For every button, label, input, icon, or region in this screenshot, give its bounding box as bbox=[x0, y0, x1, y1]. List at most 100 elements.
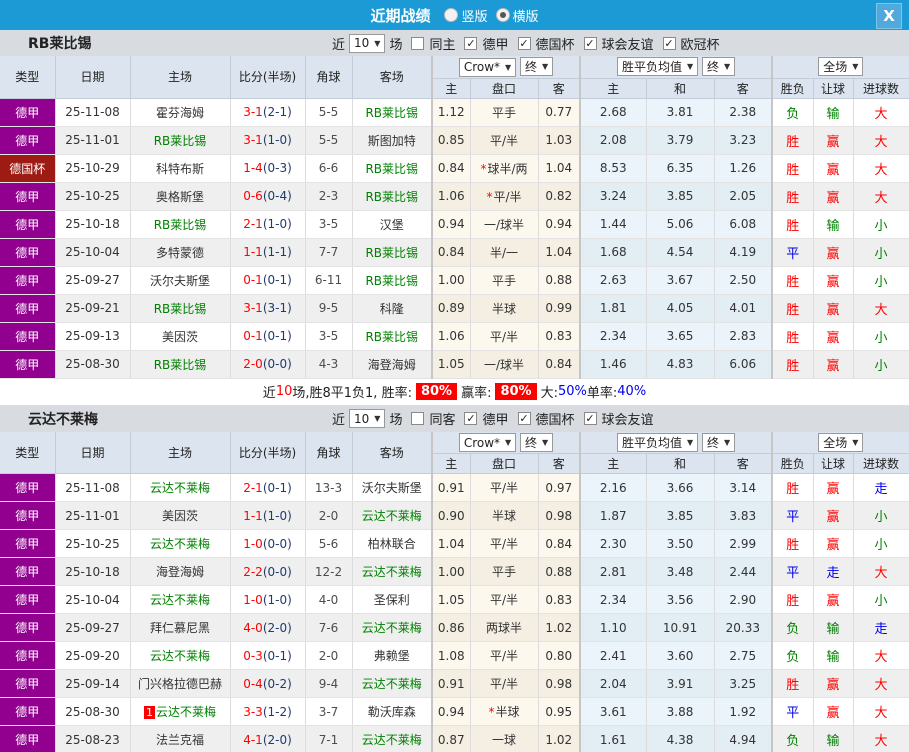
fulltime-score: 4-1 bbox=[243, 732, 263, 747]
home-team-name: 多特蒙德 bbox=[155, 245, 204, 260]
result-cell: 负 bbox=[771, 613, 814, 642]
filter-label: 德甲 bbox=[482, 413, 509, 428]
asian-away-odds: 1.02 bbox=[538, 725, 581, 752]
avg-away-odds: 3.23 bbox=[714, 126, 773, 155]
halftime-score: (0-3) bbox=[262, 161, 292, 175]
match-count-select[interactable]: 10 ▼ bbox=[349, 409, 386, 428]
asian-handicap: *平/半 bbox=[470, 182, 539, 211]
horizontal-layout-radio[interactable]: 横版 bbox=[495, 6, 539, 25]
checkbox-checked[interactable]: ✓ bbox=[517, 412, 531, 425]
score-cell: 0-3(0-1) bbox=[230, 641, 306, 670]
match-count-select[interactable]: 10 ▼ bbox=[349, 33, 386, 53]
match-row: 德甲 25-10-25 奥格斯堡 0-6(0-4) 2-3 RB莱比锡 1.06 *平/半 0.… bbox=[0, 182, 909, 211]
home-team-name: RB莱比锡 bbox=[153, 301, 207, 316]
score-cell: 3-1(1-0) bbox=[230, 126, 306, 155]
home-team-name: 云达不莱梅 bbox=[155, 705, 216, 719]
rate-badge: 80% bbox=[495, 383, 537, 400]
fullmatch-select[interactable]: 全场 ▼ bbox=[818, 57, 864, 77]
avg-draw-odds: 10.91 bbox=[646, 613, 715, 642]
odds-company-select[interactable]: Crow* ▼ bbox=[458, 433, 517, 452]
check-icon: ✓ bbox=[466, 412, 476, 425]
league-badge: 德甲 bbox=[0, 98, 56, 127]
asian-away-odds: 1.02 bbox=[538, 613, 581, 642]
vertical-layout-radio[interactable]: 竖版 bbox=[444, 6, 488, 25]
avg-draw-odds: 3.60 bbox=[646, 641, 715, 670]
checkbox-checked[interactable]: ✓ bbox=[464, 36, 478, 50]
league-badge: 德甲 bbox=[0, 501, 56, 530]
asian-away-odds: 1.04 bbox=[538, 154, 581, 183]
summary-text: 单率: bbox=[586, 386, 618, 401]
asian-handicap: 平/半 bbox=[470, 322, 539, 351]
odds-company-select[interactable]: Crow* ▼ bbox=[458, 57, 517, 77]
avg-home-odds: 2.30 bbox=[579, 529, 647, 558]
odds-stage-select[interactable]: 终 ▼ bbox=[520, 432, 554, 452]
filter-label: 同主 bbox=[429, 37, 456, 53]
corner-score: 4-3 bbox=[305, 350, 353, 379]
away-team-name: RB莱比锡 bbox=[365, 329, 419, 344]
col-asian-away: 客 bbox=[538, 78, 581, 99]
away-team: RB莱比锡 bbox=[352, 154, 433, 183]
away-team: 云达不莱梅 bbox=[352, 613, 433, 642]
avg-stage-select[interactable]: 终 ▼ bbox=[701, 57, 736, 77]
match-row: 德甲 25-09-14 门兴格拉德巴赫 0-4(0-2) 9-4 云达不莱梅 0.91 平/半… bbox=[0, 669, 909, 698]
asian-away-odds: 0.84 bbox=[538, 529, 581, 558]
checkbox-checked[interactable]: ✓ bbox=[662, 36, 676, 50]
odds-stage-select[interactable]: 终 ▼ bbox=[520, 57, 554, 76]
avg-draw-odds: 3.56 bbox=[646, 585, 715, 614]
asian-home-odds: 1.08 bbox=[431, 641, 471, 670]
score-cell: 3-1(3-1) bbox=[230, 294, 306, 323]
avg-home-odds: 1.44 bbox=[579, 210, 647, 239]
col-asian-home: 主 bbox=[431, 453, 471, 474]
match-row: 德甲 25-08-30 1 云达不莱梅 3-3(1-2) 3-7 勒沃库森 0.94 *半球 0.… bbox=[0, 697, 909, 726]
asian-handicap: 平/半 bbox=[470, 669, 539, 698]
col-handicap: 盘口 bbox=[470, 78, 539, 99]
goals-result-cell: 大 bbox=[853, 126, 909, 155]
close-button[interactable]: X bbox=[876, 3, 902, 29]
avg-home-odds: 2.34 bbox=[579, 322, 647, 351]
match-date: 25-09-21 bbox=[55, 294, 131, 323]
col-score: 比分(半场) bbox=[230, 56, 306, 99]
league-badge: 德甲 bbox=[0, 697, 56, 726]
home-team-name: 门兴格拉德巴赫 bbox=[137, 677, 222, 691]
asian-home-odds: 1.12 bbox=[431, 98, 471, 127]
avg-stage-select[interactable]: 终 ▼ bbox=[701, 432, 736, 452]
league-badge: 德国杯 bbox=[0, 154, 56, 183]
checkbox-checked[interactable]: ✓ bbox=[583, 412, 597, 425]
summary-text: 大: bbox=[540, 386, 558, 401]
star-icon: * bbox=[486, 189, 493, 204]
away-team-name: RB莱比锡 bbox=[365, 273, 419, 288]
checkbox-unchecked[interactable] bbox=[411, 36, 425, 50]
chevron-down-icon: ▼ bbox=[505, 62, 512, 72]
avg-away-odds: 4.01 bbox=[714, 294, 773, 323]
goals-result-cell: 大 bbox=[853, 557, 909, 586]
handicap-result-cell: 输 bbox=[813, 613, 854, 642]
corner-score: 2-3 bbox=[305, 182, 353, 211]
corner-score: 7-7 bbox=[305, 238, 353, 267]
result-cell: 胜 bbox=[771, 294, 814, 323]
away-team: 科隆 bbox=[352, 294, 433, 323]
home-team: 云达不莱梅 bbox=[130, 641, 231, 670]
handicap-result-cell: 赢 bbox=[813, 350, 854, 379]
match-date: 25-11-01 bbox=[55, 501, 131, 530]
result-cell: 负 bbox=[771, 98, 814, 127]
score-cell: 3-3(1-2) bbox=[230, 697, 306, 726]
home-team-name: 美因茨 bbox=[161, 329, 198, 344]
match-date: 25-09-14 bbox=[55, 669, 131, 698]
avg-odds-select[interactable]: 胜平负均值 ▼ bbox=[616, 432, 699, 452]
avg-home-odds: 2.41 bbox=[579, 641, 647, 670]
checkbox-checked[interactable]: ✓ bbox=[464, 412, 478, 425]
home-team-name: 美因茨 bbox=[161, 509, 198, 523]
avg-odds-select[interactable]: 胜平负均值 ▼ bbox=[616, 57, 699, 77]
away-team: 弗赖堡 bbox=[352, 641, 433, 670]
fullmatch-select[interactable]: 全场 ▼ bbox=[818, 432, 864, 452]
checkbox-checked[interactable]: ✓ bbox=[583, 36, 597, 50]
asian-home-odds: 0.94 bbox=[431, 697, 471, 726]
away-team-name: 斯图加特 bbox=[367, 133, 416, 148]
checkbox-unchecked[interactable] bbox=[411, 412, 425, 425]
goals-result-cell: 大 bbox=[853, 98, 909, 127]
result-cell: 胜 bbox=[771, 529, 814, 558]
col-date: 日期 bbox=[55, 431, 131, 474]
match-date: 25-10-29 bbox=[55, 154, 131, 183]
checkbox-checked[interactable]: ✓ bbox=[517, 36, 531, 50]
score-cell: 2-2(0-0) bbox=[230, 557, 306, 586]
